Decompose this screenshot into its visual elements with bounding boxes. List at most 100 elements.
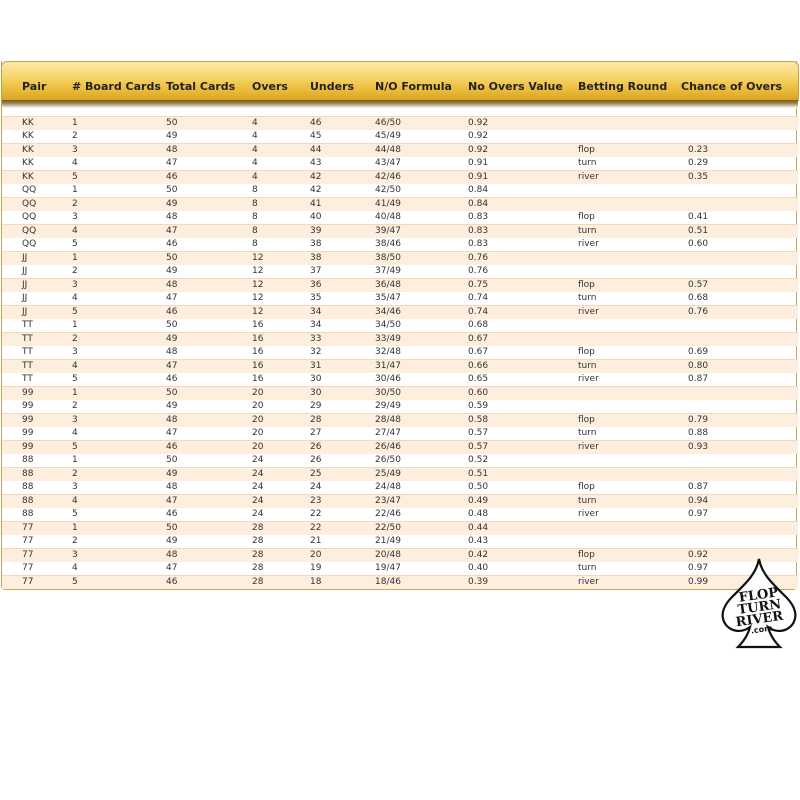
cell-overs: 12 [252,292,264,303]
cell-chance-of-overs: 0.41 [688,211,709,222]
table-row: 88 3 48 24 24 24/48 0.50 flop 0.87 [2,481,798,495]
cell-board-cards: 2 [72,334,78,344]
cell-betting-round: river [578,373,599,384]
cell-no-formula: 38/46 [375,238,401,249]
cell-overs: 4 [252,172,258,182]
cell-unders: 39 [310,226,322,236]
cell-pair: JJ [22,265,28,276]
cell-board-cards: 5 [72,373,78,384]
cell-no-overs-value: 0.83 [468,211,489,222]
cell-pair: QQ [22,211,37,222]
cell-unders: 24 [310,481,322,492]
table-row: JJ 5 46 12 34 34/46 0.74 river 0.76 [2,305,798,319]
cell-board-cards: 4 [72,496,78,506]
cell-total-cards: 50 [166,118,178,128]
cell-overs: 8 [252,238,258,249]
cell-no-overs-value: 0.59 [468,400,489,411]
cell-unders: 41 [310,199,322,209]
cell-overs: 12 [252,265,264,276]
cell-chance-of-overs: 0.51 [688,226,709,236]
cell-total-cards: 50 [166,523,178,533]
cell-unders: 30 [310,373,322,384]
cell-overs: 20 [252,388,264,398]
cell-board-cards: 5 [72,238,78,249]
cell-no-formula: 26/46 [375,442,401,452]
cell-total-cards: 50 [166,319,178,330]
cell-no-formula: 21/49 [375,535,401,546]
cell-no-overs-value: 0.57 [468,427,489,438]
table-row: 77 5 46 28 18 18/46 0.39 river 0.99 [2,575,798,589]
cell-unders: 43 [310,157,322,168]
cell-overs: 4 [252,118,258,128]
column-header-overs: Overs [252,80,288,93]
cell-no-formula: 29/49 [375,400,401,411]
cell-total-cards: 47 [166,157,178,168]
cell-no-formula: 20/48 [375,550,401,560]
cell-pair: 77 [22,577,34,587]
cell-total-cards: 49 [166,130,178,141]
column-header-no-formula: N/O Formula [375,80,452,93]
cell-chance-of-overs: 0.97 [688,562,709,573]
cell-overs: 16 [252,334,264,344]
cell-overs: 12 [252,307,264,317]
cell-betting-round: river [578,577,599,587]
cell-unders: 22 [310,508,322,519]
cell-board-cards: 1 [72,118,78,128]
cell-no-overs-value: 0.67 [468,334,489,344]
cell-board-cards: 3 [72,280,78,290]
cell-unders: 32 [310,346,322,357]
cell-no-overs-value: 0.49 [468,496,489,506]
cell-no-overs-value: 0.44 [468,523,489,533]
cell-total-cards: 49 [166,469,178,479]
cell-unders: 20 [310,550,322,560]
cell-total-cards: 49 [166,535,178,546]
cell-overs: 24 [252,469,264,479]
cell-unders: 27 [310,427,322,438]
cell-no-overs-value: 0.58 [468,415,489,425]
table-row: TT 5 46 16 30 30/46 0.65 river 0.87 [2,373,798,387]
cell-board-cards: 1 [72,388,78,398]
cell-no-overs-value: 0.65 [468,373,489,384]
cell-no-formula: 25/49 [375,469,401,479]
cell-overs: 28 [252,577,264,587]
cell-overs: 28 [252,535,264,546]
table-row: TT 3 48 16 32 32/48 0.67 flop 0.69 [2,346,798,360]
table-row: KK 2 49 4 45 45/49 0.92 [2,130,798,144]
table-row: 77 4 47 28 19 19/47 0.40 turn 0.97 [2,562,798,576]
column-header-board-cards: # Board Cards [72,80,161,93]
cell-unders: 44 [310,145,322,155]
cell-total-cards: 49 [166,265,178,276]
cell-total-cards: 46 [166,442,178,452]
table-row: JJ 4 47 12 35 35/47 0.74 turn 0.68 [2,292,798,306]
cell-unders: 33 [310,334,322,344]
table-row: KK 4 47 4 43 43/47 0.91 turn 0.29 [2,157,798,171]
cell-unders: 26 [310,454,322,465]
cell-board-cards: 2 [72,400,78,411]
cell-betting-round: turn [578,292,597,303]
table-row: 77 3 48 28 20 20/48 0.42 flop 0.92 [2,548,798,562]
cell-unders: 40 [310,211,322,222]
cell-overs: 20 [252,400,264,411]
cell-pair: 88 [22,469,34,479]
cell-pair: 99 [22,400,34,411]
cell-no-overs-value: 0.48 [468,508,489,519]
cell-betting-round: flop [578,280,595,290]
cell-total-cards: 46 [166,307,178,317]
cell-overs: 24 [252,481,264,492]
table-row: 99 5 46 20 26 26/46 0.57 river 0.93 [2,440,798,454]
cell-no-overs-value: 0.84 [468,199,489,209]
cell-pair: QQ [22,226,37,236]
cell-pair: 77 [22,523,34,533]
cell-total-cards: 47 [166,427,178,438]
cell-board-cards: 4 [72,427,78,438]
cell-pair: 88 [22,508,34,519]
cell-no-overs-value: 0.67 [468,346,489,357]
cell-pair: KK [22,145,34,155]
cell-total-cards: 50 [166,253,178,263]
cell-overs: 8 [252,199,258,209]
cell-no-formula: 37/49 [375,265,401,276]
cell-betting-round: river [578,238,599,249]
cell-board-cards: 5 [72,508,78,519]
cell-no-formula: 36/48 [375,280,401,290]
table-row: QQ 4 47 8 39 39/47 0.83 turn 0.51 [2,224,798,238]
